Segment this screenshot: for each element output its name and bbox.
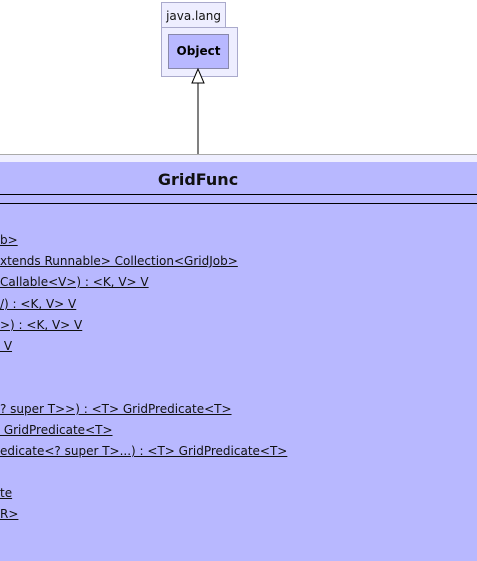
method-item[interactable]: xtends Runnable> Collection<GridJob> — [0, 253, 238, 269]
method-item[interactable]: /) : <K, V> V — [0, 296, 76, 312]
method-item[interactable]: te — [0, 485, 12, 501]
class-title: GridFunc — [157, 170, 239, 189]
divider-attributes — [0, 194, 477, 195]
method-item[interactable]: edicate<? super T>...) : <T> GridPredica… — [0, 443, 287, 459]
method-item[interactable]: GridPredicate<T> — [0, 422, 113, 438]
method-item[interactable]: Callable<V>) : <K, V> V — [0, 274, 149, 290]
divider-methods — [0, 203, 477, 204]
method-item[interactable]: V — [0, 338, 12, 354]
method-item[interactable]: >) : <K, V> V — [0, 317, 82, 333]
class-gridfunc[interactable] — [0, 162, 477, 561]
method-item[interactable]: ? super T>>) : <T> GridPredicate<T> — [0, 401, 232, 417]
method-item[interactable]: b> — [0, 232, 18, 248]
method-item[interactable]: R> — [0, 506, 18, 522]
